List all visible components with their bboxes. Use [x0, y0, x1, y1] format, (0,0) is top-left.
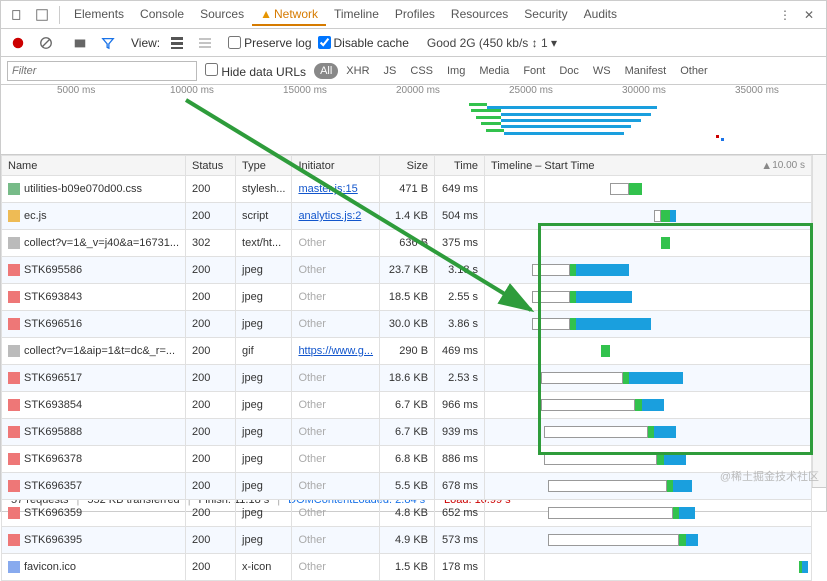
col-type[interactable]: Type: [236, 156, 292, 176]
throttle-select[interactable]: Good 2G (450 kb/s ↕ 1 ▾: [421, 36, 563, 50]
file-name: STK693854: [24, 399, 82, 411]
file-name: STK696517: [24, 372, 82, 384]
col-initiator[interactable]: Initiator: [292, 156, 380, 176]
file-name: STK693843: [24, 291, 82, 303]
tab-network[interactable]: ▲Network: [252, 3, 326, 26]
file-name: STK695586: [24, 264, 82, 276]
table-row[interactable]: STK695586200jpegOther23.7 KB3.18 s: [2, 257, 812, 284]
more-icon[interactable]: ⋮: [774, 4, 796, 26]
device-mode-icon[interactable]: [7, 4, 29, 26]
file-name: ec.js: [24, 210, 47, 222]
file-name: collect?v=1&_v=j40&a=16731...: [24, 237, 179, 249]
network-controls: View: Preserve log Disable cache Good 2G…: [1, 29, 826, 57]
file-name: STK695888: [24, 426, 82, 438]
filter-icon[interactable]: [97, 32, 119, 54]
type-filter-css[interactable]: CSS: [404, 63, 439, 79]
type-filter-all[interactable]: All: [314, 63, 338, 79]
file-name: STK696359: [24, 507, 82, 519]
file-name: utilities-b09e070d00.css: [24, 183, 142, 195]
type-filter-doc[interactable]: Doc: [553, 63, 585, 79]
col-timeline[interactable]: Timeline – Start Time10.00 s▲: [485, 156, 812, 176]
table-row[interactable]: collect?v=1&_v=j40&a=16731...302text/ht.…: [2, 230, 812, 257]
file-name: STK696357: [24, 480, 82, 492]
view-label: View:: [131, 36, 160, 50]
type-filter-xhr[interactable]: XHR: [340, 63, 375, 79]
file-name: collect?v=1&aip=1&t=dc&_r=...: [24, 345, 175, 357]
inspect-icon[interactable]: [31, 4, 53, 26]
table-row[interactable]: STK696395200jpegOther4.9 KB573 ms: [2, 527, 812, 554]
record-button[interactable]: [7, 32, 29, 54]
table-row[interactable]: ec.js200scriptanalytics.js:21.4 KB504 ms: [2, 203, 812, 230]
separator: [59, 6, 60, 24]
table-row[interactable]: STK693843200jpegOther18.5 KB2.55 s: [2, 284, 812, 311]
tab-sources[interactable]: Sources: [192, 3, 252, 26]
table-row[interactable]: favicon.ico200x-iconOther1.5 KB178 ms: [2, 554, 812, 581]
tab-timeline[interactable]: Timeline: [326, 3, 387, 26]
type-filter-manifest[interactable]: Manifest: [619, 63, 673, 79]
table-row[interactable]: STK696517200jpegOther18.6 KB2.53 s: [2, 365, 812, 392]
preserve-log-checkbox[interactable]: Preserve log: [228, 36, 311, 50]
table-row[interactable]: STK696359200jpegOther4.8 KB652 ms: [2, 500, 812, 527]
capture-screenshot-icon[interactable]: [69, 32, 91, 54]
col-size[interactable]: Size: [380, 156, 435, 176]
devtools-tabs: ElementsConsoleSources▲NetworkTimelinePr…: [1, 1, 826, 29]
type-filter-ws[interactable]: WS: [587, 63, 617, 79]
table-row[interactable]: STK696516200jpegOther30.0 KB3.86 s: [2, 311, 812, 338]
file-name: STK696395: [24, 534, 82, 546]
col-status[interactable]: Status: [186, 156, 236, 176]
tab-security[interactable]: Security: [516, 3, 575, 26]
col-time[interactable]: Time: [435, 156, 485, 176]
type-filter-other[interactable]: Other: [674, 63, 714, 79]
tab-audits[interactable]: Audits: [576, 3, 625, 26]
type-filter-media[interactable]: Media: [473, 63, 515, 79]
file-name: favicon.ico: [24, 561, 76, 573]
filter-bar: Hide data URLs AllXHRJSCSSImgMediaFontDo…: [1, 57, 826, 85]
close-icon[interactable]: ✕: [798, 4, 820, 26]
view-compact-icon[interactable]: [194, 32, 216, 54]
table-row[interactable]: STK695888200jpegOther6.7 KB939 ms: [2, 419, 812, 446]
tab-elements[interactable]: Elements: [66, 3, 132, 26]
table-row[interactable]: utilities-b09e070d00.css200stylesh...mas…: [2, 176, 812, 203]
type-filter-font[interactable]: Font: [517, 63, 551, 79]
requests-table[interactable]: Name Status Type Initiator Size Time Tim…: [1, 155, 812, 581]
tab-console[interactable]: Console: [132, 3, 192, 26]
table-row[interactable]: STK693854200jpegOther6.7 KB966 ms: [2, 392, 812, 419]
view-large-icon[interactable]: [166, 32, 188, 54]
tab-profiles[interactable]: Profiles: [387, 3, 443, 26]
table-row[interactable]: collect?v=1&aip=1&t=dc&_r=...200gifhttps…: [2, 338, 812, 365]
table-row[interactable]: STK696378200jpegOther6.8 KB886 ms: [2, 446, 812, 473]
file-name: STK696516: [24, 318, 82, 330]
col-name[interactable]: Name: [2, 156, 186, 176]
hide-data-urls-checkbox[interactable]: Hide data URLs: [205, 63, 306, 79]
type-filter-img[interactable]: Img: [441, 63, 471, 79]
scrollbar[interactable]: [812, 155, 826, 487]
table-row[interactable]: STK696357200jpegOther5.5 KB678 ms: [2, 473, 812, 500]
tab-resources[interactable]: Resources: [443, 3, 516, 26]
type-filter-js[interactable]: JS: [378, 63, 403, 79]
clear-button[interactable]: [35, 32, 57, 54]
watermark: @稀土掘金技术社区: [720, 468, 819, 484]
filter-input[interactable]: [7, 61, 197, 81]
file-name: STK696378: [24, 453, 82, 465]
disable-cache-checkbox[interactable]: Disable cache: [318, 36, 409, 50]
overview-timeline[interactable]: 5000 ms10000 ms15000 ms20000 ms25000 ms3…: [1, 85, 826, 155]
